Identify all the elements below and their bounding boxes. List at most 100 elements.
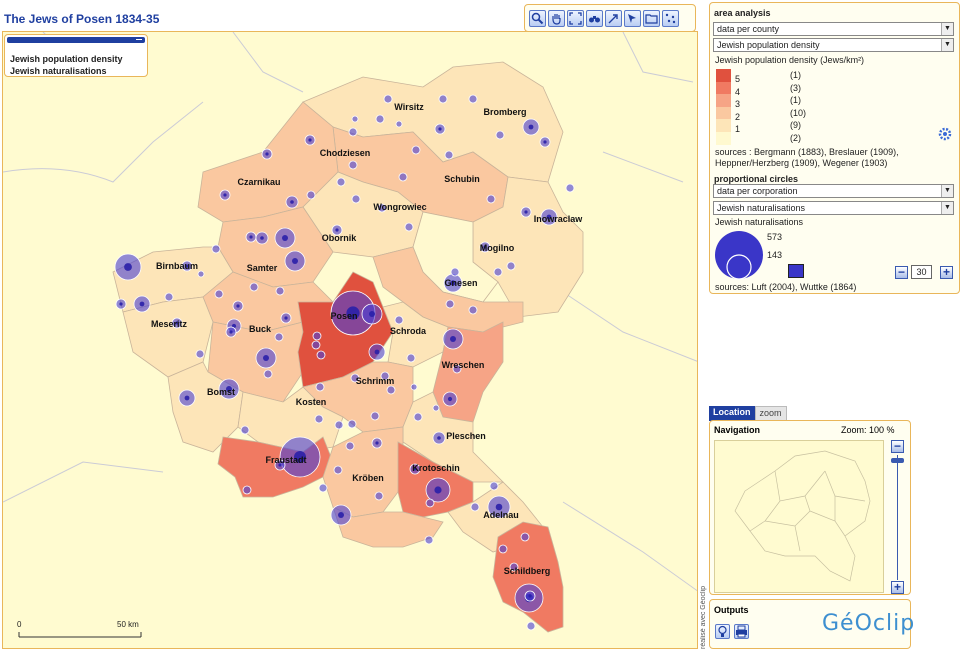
legend-header-bar[interactable] (7, 37, 145, 43)
naturalisation-circle[interactable] (386, 385, 396, 395)
naturalisation-circle-core (438, 127, 442, 131)
naturalisation-circle[interactable] (197, 270, 205, 278)
naturalisation-circle[interactable] (489, 481, 499, 491)
naturalisation-circle[interactable] (410, 383, 418, 391)
circle-size-input[interactable]: 30 (911, 265, 932, 279)
zoom-slider-track[interactable] (897, 455, 898, 580)
naturalisation-circle[interactable] (195, 349, 205, 359)
dots-icon[interactable] (662, 9, 679, 27)
county-label: Krotoschin (412, 463, 460, 473)
naturalisation-circle[interactable] (495, 130, 505, 140)
naturalisation-circle[interactable] (249, 282, 259, 292)
naturalisation-circle[interactable] (398, 172, 408, 182)
naturalisation-circle[interactable] (345, 441, 355, 451)
naturalisation-circle[interactable] (444, 150, 454, 160)
naturalisation-circle[interactable] (315, 382, 325, 392)
tab-zoom[interactable]: zoom (754, 406, 787, 421)
naturalisation-circle[interactable] (375, 114, 385, 124)
scale-bar (18, 632, 142, 638)
naturalisation-circle[interactable] (275, 286, 285, 296)
naturalisation-circle[interactable] (470, 502, 480, 512)
map-frame[interactable]: Wirsitz Bromberg Chodziesen Czarnikau Schubi… (2, 31, 698, 649)
naturalisation-circle[interactable] (468, 94, 478, 104)
fullscreen-icon[interactable] (567, 9, 584, 27)
zoom-slider-handle[interactable] (891, 458, 904, 463)
naturalisation-circle[interactable] (404, 222, 414, 232)
zoom-out-button[interactable]: + (891, 581, 904, 594)
naturalisation-circle[interactable] (565, 183, 575, 193)
pointer-icon[interactable] (605, 9, 622, 27)
navigation-title: Navigation (714, 425, 761, 435)
lightbulb-icon[interactable] (715, 624, 730, 639)
naturalisation-circle[interactable] (347, 419, 357, 429)
naturalisation-circle[interactable] (306, 190, 316, 200)
naturalisation-circle-core (450, 336, 456, 342)
settings-gear-icon[interactable] (936, 125, 954, 143)
tab-location[interactable]: Location (709, 406, 755, 421)
naturalisation-circle[interactable] (493, 267, 503, 277)
naturalisation-circle[interactable] (336, 177, 346, 187)
printer-icon[interactable] (734, 624, 749, 639)
select-icon[interactable] (624, 9, 641, 27)
naturalisation-circle[interactable] (394, 315, 404, 325)
binoculars-icon[interactable] (586, 9, 603, 27)
naturalisation-circle[interactable] (374, 491, 384, 501)
naturalisation-circle[interactable] (351, 194, 361, 204)
naturalisation-circle[interactable] (383, 94, 393, 104)
naturalisation-circle[interactable] (506, 261, 516, 271)
naturalisation-circle[interactable] (413, 412, 423, 422)
prop-level-select[interactable]: data per corporation ▼ (713, 184, 954, 198)
naturalisation-circle[interactable] (526, 621, 536, 631)
decrease-size-button[interactable]: − (895, 266, 908, 279)
legend-line-naturalisations: Jewish naturalisations (10, 66, 107, 76)
naturalisation-circle[interactable] (164, 292, 174, 302)
hand-icon[interactable] (548, 9, 565, 27)
naturalisation-circle[interactable] (318, 483, 328, 493)
scale-fifty: 50 km (117, 620, 139, 629)
naturalisation-circle[interactable] (395, 120, 403, 128)
naturalisation-circle[interactable] (432, 404, 440, 412)
increase-size-button[interactable]: + (940, 266, 953, 279)
density-class-count: (3) (790, 82, 801, 93)
county-label: Posen (330, 311, 357, 321)
density-class-swatch (716, 119, 731, 132)
naturalisation-circle[interactable] (411, 145, 421, 155)
naturalisation-circle[interactable] (348, 160, 358, 170)
area-level-select[interactable]: data per county ▼ (713, 22, 954, 36)
area-variable-select[interactable]: Jewish population density ▼ (713, 38, 954, 52)
naturalisation-circle[interactable] (406, 353, 416, 363)
naturalisation-circle[interactable] (348, 127, 358, 137)
naturalisation-circle[interactable] (334, 420, 344, 430)
naturalisation-circle[interactable] (316, 350, 326, 360)
zoom-in-button[interactable]: − (891, 440, 904, 453)
magnifier-icon[interactable] (529, 9, 546, 27)
naturalisation-circle[interactable] (274, 332, 284, 342)
naturalisation-circle[interactable] (240, 425, 250, 435)
naturalisation-circle[interactable] (314, 414, 324, 424)
naturalisation-circle[interactable] (486, 194, 496, 204)
circle-color-picker[interactable] (788, 264, 804, 278)
naturalisation-circle[interactable] (445, 299, 455, 309)
naturalisation-circle[interactable] (333, 465, 343, 475)
prop-variable-select[interactable]: Jewish naturalisations ▼ (713, 201, 954, 215)
county-label: Samter (247, 263, 278, 273)
naturalisation-circle[interactable] (438, 94, 448, 104)
map-canvas[interactable]: Wirsitz Bromberg Chodziesen Czarnikau Schubi… (3, 32, 698, 649)
naturalisation-circle[interactable] (214, 289, 224, 299)
overview-map[interactable] (714, 440, 884, 593)
folder-icon[interactable] (643, 9, 660, 27)
county-label: Fraustadt (265, 455, 306, 465)
naturalisation-circle[interactable] (498, 544, 508, 554)
naturalisation-circle[interactable] (468, 305, 478, 315)
naturalisation-circle[interactable] (211, 244, 221, 254)
naturalisation-circle[interactable] (424, 535, 434, 545)
naturalisation-circle[interactable] (520, 532, 530, 542)
naturalisation-circle[interactable] (425, 498, 435, 508)
naturalisation-circle[interactable] (351, 115, 359, 123)
naturalisation-circle[interactable] (263, 369, 273, 379)
naturalisation-circle[interactable] (311, 340, 321, 350)
naturalisation-circle[interactable] (242, 485, 252, 495)
naturalisation-circle[interactable] (370, 411, 380, 421)
naturalisation-circle[interactable] (312, 331, 322, 341)
naturalisation-circle[interactable] (450, 267, 460, 277)
